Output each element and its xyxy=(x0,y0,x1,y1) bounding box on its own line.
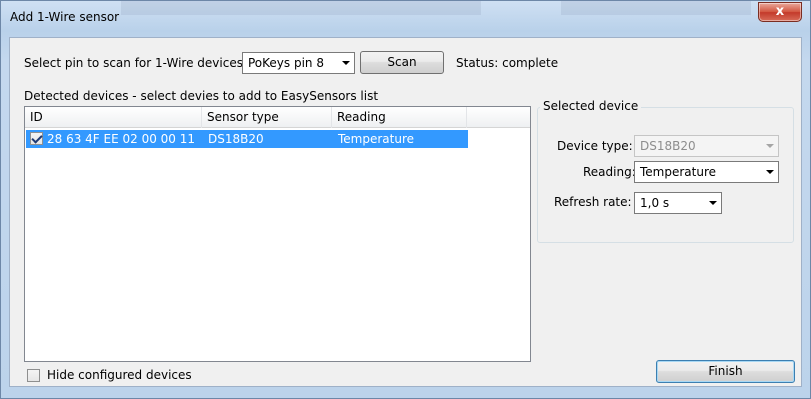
reading-value: Temperature xyxy=(640,165,717,179)
background-window-ghost xyxy=(121,1,481,15)
close-button[interactable]: x xyxy=(758,2,802,22)
refresh-rate-value: 1,0 s xyxy=(640,196,670,210)
selected-device-title: Selected device xyxy=(540,99,642,113)
table-row[interactable]: 28 63 4F EE 02 00 00 11 DS18B20 Temperat… xyxy=(26,130,468,148)
scan-pin-label: Select pin to scan for 1-Wire devices: xyxy=(24,56,247,70)
chevron-down-icon xyxy=(761,162,778,182)
finish-button[interactable]: Finish xyxy=(656,360,795,383)
selected-device-group: Selected device Device type: DS18B20 Rea… xyxy=(537,99,794,243)
chevron-down-icon xyxy=(761,136,778,156)
devices-list-header: ID Sensor type Reading xyxy=(25,107,530,128)
row-reading: Temperature xyxy=(338,132,415,146)
device-type-select: DS18B20 xyxy=(634,135,779,157)
chevron-down-icon xyxy=(704,193,721,213)
hide-configured-label[interactable]: Hide configured devices xyxy=(47,368,192,382)
dialog-content: Select pin to scan for 1-Wire devices: P… xyxy=(9,37,802,387)
column-header-reading[interactable]: Reading xyxy=(332,107,467,128)
column-header-id[interactable]: ID xyxy=(25,107,202,128)
title-bar[interactable]: Add 1-Wire sensor x xyxy=(1,1,810,31)
devices-caption: Detected devices - select devies to add … xyxy=(24,89,379,103)
refresh-rate-select[interactable]: 1,0 s xyxy=(634,192,722,214)
scan-button[interactable]: Scan xyxy=(360,51,444,74)
column-header-sensor-type[interactable]: Sensor type xyxy=(202,107,332,128)
background-window-ghost xyxy=(561,1,751,15)
row-sensor-type: DS18B20 xyxy=(208,132,264,146)
device-type-value: DS18B20 xyxy=(640,139,696,153)
pin-select-value: PoKeys pin 8 xyxy=(248,56,324,70)
pin-select[interactable]: PoKeys pin 8 xyxy=(242,52,355,74)
scan-status: Status: complete xyxy=(456,56,559,70)
devices-list[interactable]: ID Sensor type Reading 28 63 4F EE 02 00… xyxy=(24,106,531,362)
reading-label: Reading: xyxy=(583,165,636,179)
hide-configured-checkbox[interactable] xyxy=(27,369,40,382)
window-title: Add 1-Wire sensor xyxy=(10,10,120,24)
chevron-down-icon xyxy=(337,53,354,73)
refresh-rate-label: Refresh rate: xyxy=(554,195,632,209)
row-id: 28 63 4F EE 02 00 00 11 xyxy=(47,132,196,146)
device-type-label: Device type: xyxy=(557,139,633,153)
close-icon: x xyxy=(775,4,785,19)
row-checkbox[interactable] xyxy=(30,132,43,145)
dialog-window: Add 1-Wire sensor x Select pin to scan f… xyxy=(0,0,811,399)
reading-select[interactable]: Temperature xyxy=(634,161,779,183)
